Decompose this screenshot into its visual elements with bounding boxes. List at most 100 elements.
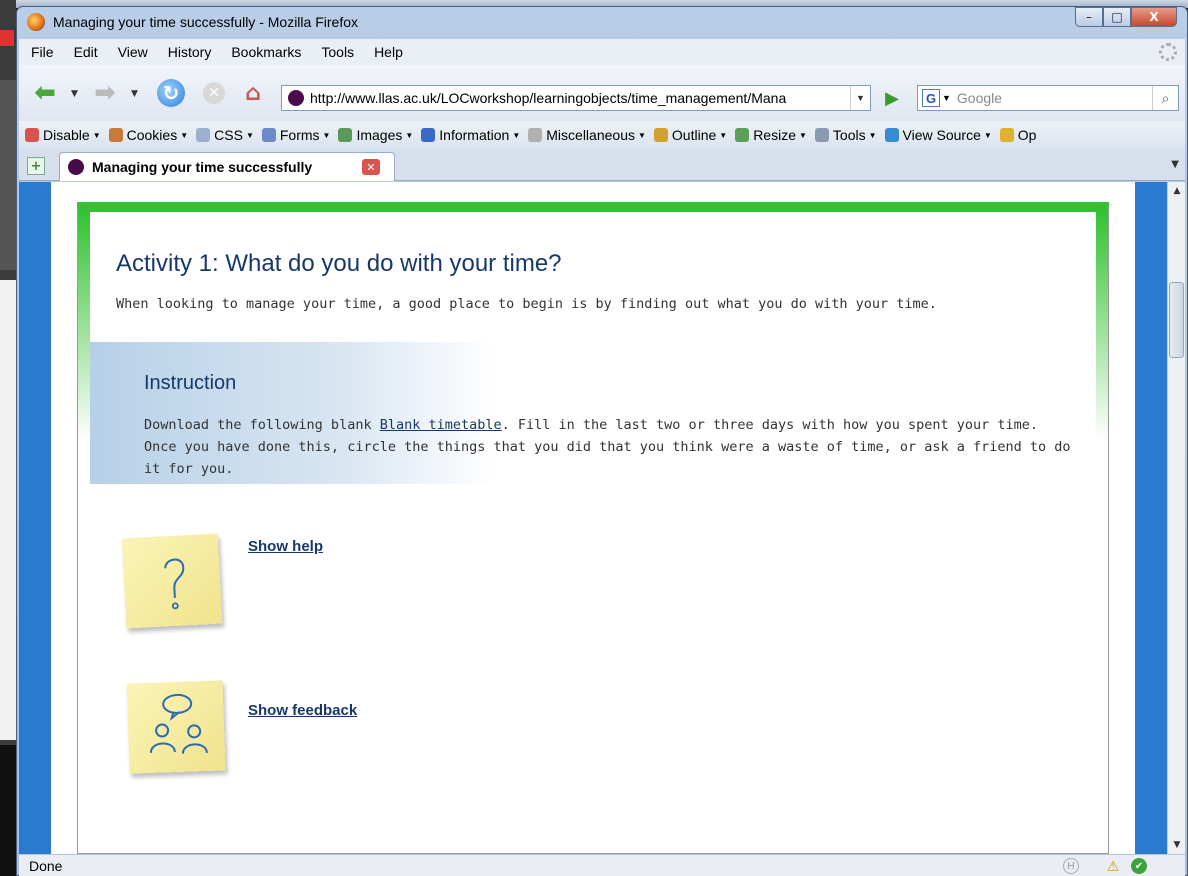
view-source-icon <box>884 128 899 142</box>
maximize-button[interactable]: □ <box>1103 7 1131 27</box>
reload-icon: ↻ <box>162 81 180 105</box>
tab-label: Managing your time successfully <box>92 159 313 175</box>
options-icon <box>999 128 1014 142</box>
firefox-logo-icon <box>27 13 45 31</box>
go-arrow-icon: ▶ <box>885 87 899 109</box>
background-window-fragment <box>0 745 16 876</box>
css-icon <box>196 128 211 142</box>
show-help-link[interactable]: Show help <box>248 538 323 555</box>
minimize-button[interactable]: – <box>1075 7 1103 27</box>
go-button[interactable]: ▶ <box>881 87 903 109</box>
dev-menu-label: Resize <box>753 127 796 143</box>
forward-button[interactable]: ➡ <box>91 78 119 108</box>
show-feedback-link[interactable]: Show feedback <box>248 702 357 719</box>
dropdown-arrow-icon: ▼ <box>322 130 331 140</box>
page-viewport[interactable]: Activity 1: What do you do with your tim… <box>19 182 1167 854</box>
window-title: Managing your time successfully - Mozill… <box>53 14 358 30</box>
background-window-fragment <box>0 280 16 740</box>
scrollbar-thumb[interactable] <box>1169 282 1184 358</box>
help-note-icon[interactable] <box>121 533 223 629</box>
search-button[interactable]: ⌕ <box>1152 86 1178 110</box>
instruction-text: Download the following blank Blank timet… <box>144 414 1074 480</box>
url-bar[interactable]: http://www.llas.ac.uk/LOCworkshop/learni… <box>281 85 871 111</box>
resize-icon <box>735 128 750 142</box>
html-validator-icon[interactable]: H <box>1063 858 1079 874</box>
tab-close-button[interactable]: ✕ <box>362 159 380 175</box>
site-favicon-icon <box>68 159 84 175</box>
close-button[interactable]: X <box>1131 7 1177 27</box>
dev-menu-label: Information <box>439 127 510 143</box>
dev-menu-label: Outline <box>671 127 717 143</box>
warning-icon[interactable]: ⚠ <box>1105 858 1121 874</box>
dev-menu-label: Forms <box>279 127 320 143</box>
instruction-text-start: Download the following blank <box>144 417 380 433</box>
back-history-dropdown-icon[interactable]: ▼ <box>71 89 78 99</box>
dev-menu-outline[interactable]: Outline ▼ <box>653 127 727 143</box>
url-history-dropdown-icon[interactable]: ▼ <box>850 86 870 110</box>
menu-history[interactable]: History <box>168 44 212 60</box>
dev-menu-miscellaneous[interactable]: Miscellaneous ▼ <box>528 127 646 143</box>
firefox-window: Managing your time successfully - Mozill… <box>16 6 1188 876</box>
dropdown-arrow-icon: ▼ <box>405 130 414 140</box>
feedback-note-icon[interactable] <box>126 680 226 774</box>
dev-menu-label: Op <box>1017 127 1037 143</box>
dropdown-arrow-icon: ▼ <box>637 130 646 140</box>
window-controls: – □ X <box>1075 7 1177 29</box>
search-box[interactable]: G ▼ Google ⌕ <box>917 85 1179 111</box>
stop-icon: ✕ <box>208 85 220 101</box>
home-button[interactable]: ⌂ <box>239 79 267 107</box>
dev-menu-css[interactable]: CSS ▼ <box>196 127 254 143</box>
search-input[interactable]: Google <box>957 90 1152 106</box>
dev-menu-forms[interactable]: Forms ▼ <box>261 127 331 143</box>
dev-menu-disable[interactable]: Disable ▼ <box>25 127 101 143</box>
dev-menu-label: CSS <box>214 127 243 143</box>
background-window-fragment <box>0 30 14 46</box>
dropdown-arrow-icon: ▼ <box>868 130 877 140</box>
dev-menu-label: Miscellaneous <box>546 127 635 143</box>
dev-menu-tools[interactable]: Tools ▼ <box>814 127 877 143</box>
dev-menu-information[interactable]: Information ▼ <box>421 127 520 143</box>
disable-icon <box>25 128 39 142</box>
vertical-scrollbar[interactable]: ▲ ▼ <box>1167 182 1185 854</box>
menu-bookmarks[interactable]: Bookmarks <box>231 44 301 60</box>
menu-tools[interactable]: Tools <box>321 44 354 60</box>
site-favicon-icon <box>288 90 304 106</box>
status-text: Done <box>29 858 63 874</box>
desktop-background-left <box>0 0 16 876</box>
scroll-up-icon[interactable]: ▲ <box>1168 182 1186 200</box>
dropdown-arrow-icon: ▼ <box>512 130 521 140</box>
magnifier-icon: ⌕ <box>1161 89 1170 106</box>
dev-menu-label: Images <box>356 127 403 143</box>
dev-menu-view-source[interactable]: View Source ▼ <box>884 127 992 143</box>
stop-button[interactable]: ✕ <box>203 82 225 104</box>
dev-menu-cookies[interactable]: Cookies ▼ <box>108 127 189 143</box>
new-tab-button[interactable]: + <box>27 157 45 175</box>
search-engine-dropdown-icon[interactable]: ▼ <box>942 93 951 103</box>
menu-file[interactable]: File <box>31 44 54 60</box>
dropdown-arrow-icon: ▼ <box>180 130 189 140</box>
menu-edit[interactable]: Edit <box>74 44 98 60</box>
activity-title: Activity 1: What do you do with your tim… <box>116 250 562 277</box>
dev-menu-resize[interactable]: Resize ▼ <box>735 127 807 143</box>
check-icon[interactable]: ✔ <box>1131 858 1147 874</box>
information-icon <box>421 128 436 142</box>
url-text[interactable]: http://www.llas.ac.uk/LOCworkshop/learni… <box>310 90 850 106</box>
people-speech-icon <box>149 693 208 754</box>
tab-list-dropdown-icon[interactable]: ▼ <box>1171 159 1179 170</box>
dev-menu-images[interactable]: Images ▼ <box>338 127 413 143</box>
search-engine-icon[interactable]: G <box>922 89 940 107</box>
blank-timetable-link[interactable]: Blank timetable <box>380 417 502 433</box>
outline-icon <box>653 128 668 142</box>
tab-managing-your-time[interactable]: Managing your time successfully ✕ <box>59 152 395 181</box>
menu-help[interactable]: Help <box>374 44 403 60</box>
menu-view[interactable]: View <box>118 44 148 60</box>
back-button[interactable]: ⬅ <box>31 78 59 108</box>
question-mark-icon <box>164 558 185 610</box>
title-bar[interactable]: Managing your time successfully - Mozill… <box>17 7 1187 39</box>
scroll-down-icon[interactable]: ▼ <box>1168 836 1186 854</box>
web-developer-toolbar: Disable ▼ Cookies ▼ CSS ▼ Forms ▼ Images ▼ In… <box>19 121 1185 149</box>
dev-menu-options[interactable]: Op <box>999 127 1037 143</box>
reload-button[interactable]: ↻ <box>157 79 185 107</box>
forward-history-dropdown-icon[interactable]: ▼ <box>131 89 138 99</box>
images-icon <box>338 128 353 142</box>
